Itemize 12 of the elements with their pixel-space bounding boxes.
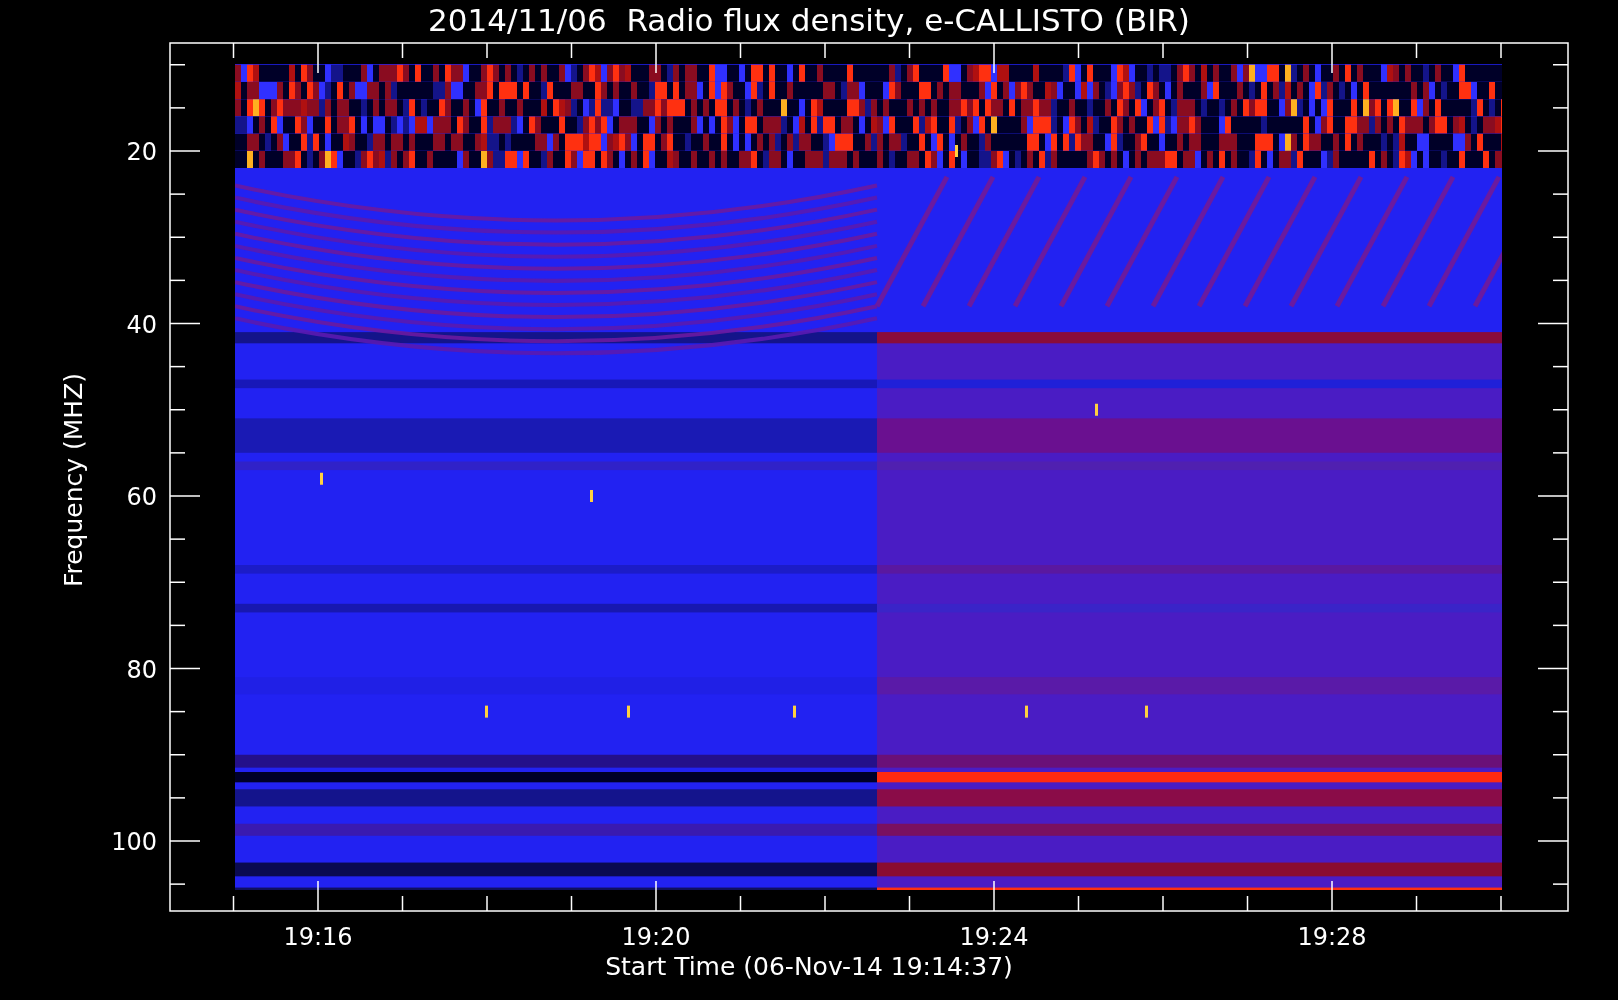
x-tick-label: 19:24: [959, 923, 1029, 951]
x-tick-label: 19:16: [283, 923, 353, 951]
x-axis-title: Start Time (06-Nov-14 19:14:37): [605, 952, 1013, 981]
y-tick-label: 60: [126, 483, 157, 511]
x-tick-label: 19:20: [621, 923, 691, 951]
y-axis-title: Frequency (MHZ): [59, 372, 88, 588]
y-tick-label: 40: [126, 310, 157, 339]
y-tick-label: 100: [111, 828, 157, 856]
y-tick-label: 20: [126, 138, 157, 166]
y-tick-label: 80: [126, 655, 157, 684]
x-tick-label: 19:28: [1297, 923, 1367, 951]
chart-title: 2014/11/06 Radio flux density, e-CALLISTO (BIR): [428, 2, 1190, 38]
